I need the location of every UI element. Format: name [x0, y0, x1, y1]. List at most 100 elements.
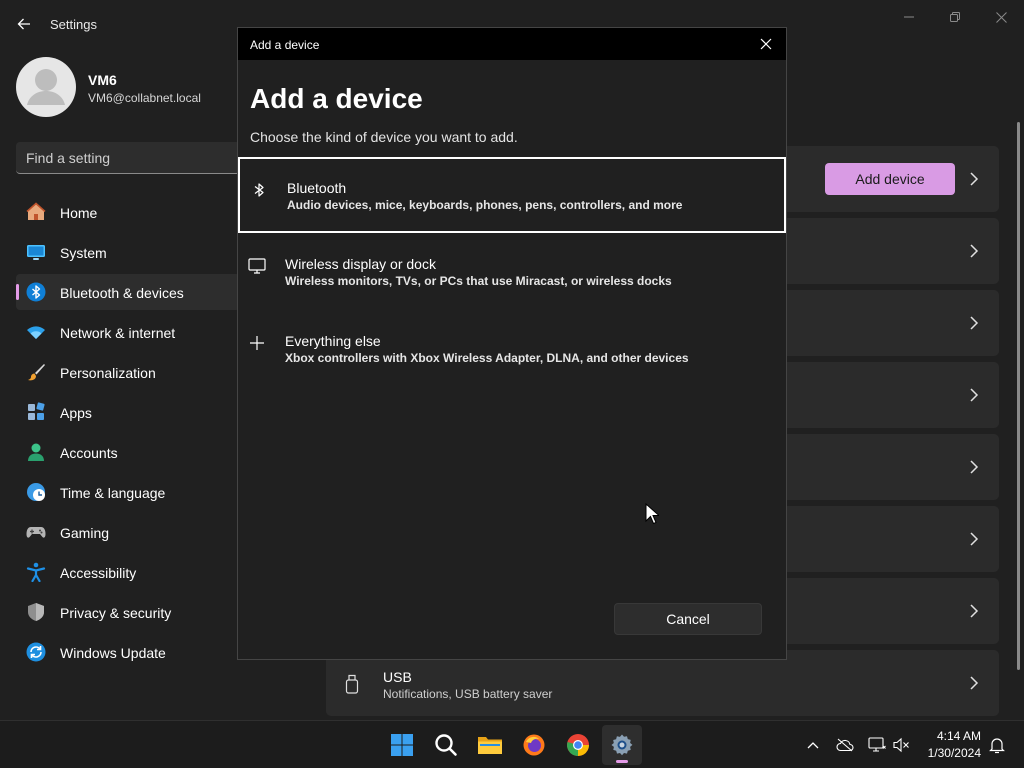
- sidebar-item-label: Time & language: [60, 485, 166, 501]
- option-everything-else[interactable]: Everything else Xbox controllers with Xb…: [238, 312, 786, 388]
- selection-indicator: [16, 284, 19, 300]
- firefox-button[interactable]: [514, 725, 554, 765]
- taskbar-search-button[interactable]: [426, 725, 466, 765]
- monitor-icon: [27, 245, 45, 260]
- usb-title: USB: [383, 669, 412, 685]
- option-bluetooth[interactable]: Bluetooth Audio devices, mice, keyboards…: [238, 157, 786, 233]
- back-arrow-icon: [17, 18, 30, 30]
- user-email: VM6@collabnet.local: [88, 91, 201, 105]
- maximize-button[interactable]: [932, 4, 978, 30]
- clock-globe-icon: [27, 483, 45, 501]
- shield-icon: [28, 603, 44, 621]
- chevron-right-icon: [970, 388, 979, 402]
- folder-icon: [478, 737, 502, 754]
- person-icon: [27, 69, 65, 105]
- restore-icon: [950, 12, 960, 22]
- bluetooth-icon: [26, 282, 46, 302]
- search-icon: [435, 734, 457, 756]
- dialog-close-button[interactable]: [758, 36, 774, 52]
- gear-icon: [611, 734, 633, 756]
- network-tray-button[interactable]: [867, 735, 887, 755]
- show-hidden-icons-button[interactable]: [803, 735, 823, 755]
- sidebar-item-label: Privacy & security: [60, 605, 172, 621]
- volume-tray-button[interactable]: [891, 735, 911, 755]
- option-description: Wireless monitors, TVs, or PCs that use …: [285, 274, 672, 288]
- chrome-button[interactable]: [558, 725, 598, 765]
- option-description: Xbox controllers with Xbox Wireless Adap…: [285, 351, 689, 365]
- search-box[interactable]: [16, 142, 240, 174]
- home-icon: [26, 202, 46, 220]
- person-icon: [28, 443, 44, 461]
- minimize-button[interactable]: [886, 4, 932, 30]
- file-explorer-button[interactable]: [470, 725, 510, 765]
- sidebar-item-bluetooth[interactable]: Bluetooth & devices: [16, 274, 240, 310]
- option-wireless-display[interactable]: Wireless display or dock Wireless monito…: [238, 235, 786, 311]
- firefox-icon: [523, 734, 545, 756]
- sidebar-item-label: Apps: [60, 405, 92, 421]
- sidebar-item-apps[interactable]: Apps: [16, 394, 240, 430]
- sidebar-item-label: System: [60, 245, 107, 261]
- avatar[interactable]: [16, 57, 76, 117]
- search-input[interactable]: [26, 149, 226, 167]
- sync-icon: [26, 642, 46, 662]
- sidebar-item-network[interactable]: Network & internet: [16, 314, 240, 350]
- wifi-icon: [27, 326, 45, 339]
- apps-icon: [28, 402, 45, 420]
- add-device-button[interactable]: Add device: [825, 163, 955, 195]
- back-button[interactable]: [8, 8, 40, 40]
- sidebar-item-label: Bluetooth & devices: [60, 285, 184, 301]
- sidebar-item-label: Windows Update: [60, 645, 166, 661]
- start-button[interactable]: [382, 725, 422, 765]
- sidebar-item-time-language[interactable]: Time & language: [16, 474, 240, 510]
- chevron-right-icon: [970, 532, 979, 546]
- clock-time[interactable]: 4:14 AM: [925, 729, 981, 743]
- chrome-icon: [567, 734, 589, 756]
- dialog-title: Add a device: [250, 38, 320, 52]
- sidebar-item-label: Accounts: [60, 445, 118, 461]
- sidebar-item-windows-update[interactable]: Windows Update: [16, 634, 240, 670]
- cloud-offline-icon: [836, 738, 854, 752]
- taskbar: 4:14 AM 1/30/2024: [0, 720, 1024, 768]
- option-description: Audio devices, mice, keyboards, phones, …: [287, 198, 683, 212]
- windows-logo-icon: [391, 734, 413, 756]
- monitor-icon: [248, 258, 266, 274]
- onedrive-tray-button[interactable]: [835, 735, 855, 755]
- gamepad-icon: [26, 527, 46, 538]
- sidebar-item-privacy[interactable]: Privacy & security: [16, 594, 240, 630]
- sidebar-item-personalization[interactable]: Personalization: [16, 354, 240, 390]
- brush-icon: [28, 364, 45, 381]
- sidebar-item-accounts[interactable]: Accounts: [16, 434, 240, 470]
- settings-taskbar-button[interactable]: [602, 725, 642, 765]
- sidebar-item-system[interactable]: System: [16, 234, 240, 270]
- usb-icon: [345, 674, 359, 694]
- app-title: Settings: [50, 17, 97, 32]
- dialog-heading: Add a device: [250, 83, 423, 114]
- sidebar-item-label: Accessibility: [60, 565, 137, 581]
- sidebar-item-label: Home: [60, 205, 98, 221]
- scrollbar[interactable]: [1017, 122, 1020, 670]
- chevron-right-icon: [970, 244, 979, 258]
- accessibility-icon: [26, 562, 46, 582]
- sidebar-item-gaming[interactable]: Gaming: [16, 514, 240, 550]
- mouse-cursor-icon: [645, 503, 659, 525]
- cancel-button[interactable]: Cancel: [614, 603, 762, 635]
- chevron-right-icon: [970, 316, 979, 330]
- close-button[interactable]: [978, 4, 1024, 30]
- option-title: Everything else: [285, 333, 381, 349]
- plus-icon: [250, 336, 264, 350]
- user-name: VM6: [88, 72, 117, 88]
- sidebar-item-label: Gaming: [60, 525, 110, 541]
- chevron-right-icon: [970, 604, 979, 618]
- volume-muted-icon: [893, 737, 909, 753]
- bell-icon: [989, 738, 1005, 754]
- notifications-button[interactable]: [987, 735, 1007, 755]
- sidebar-item-label: Personalization: [60, 365, 156, 381]
- sidebar-item-home[interactable]: Home: [16, 194, 240, 230]
- chevron-right-icon: [970, 460, 979, 474]
- chevron-right-icon: [970, 676, 979, 690]
- sidebar-item-accessibility[interactable]: Accessibility: [16, 554, 240, 590]
- bluetooth-icon: [254, 183, 264, 197]
- add-device-dialog: Add a device Add a device Choose the kin…: [237, 27, 787, 660]
- clock-date[interactable]: 1/30/2024: [915, 746, 981, 760]
- chevron-right-icon: [970, 172, 979, 186]
